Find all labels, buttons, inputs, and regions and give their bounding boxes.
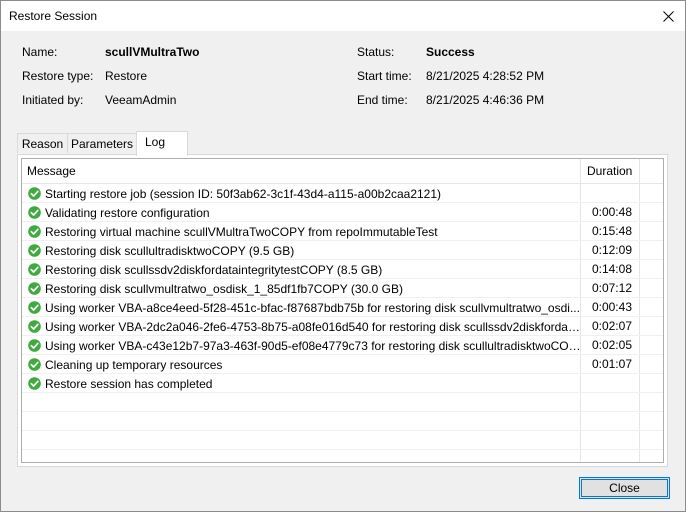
success-check-icon [28, 244, 41, 257]
status-label: Status: [357, 45, 395, 59]
log-row-message-cell: Using worker VBA-a8ce4eed-5f28-451c-bfac… [28, 298, 581, 317]
start-time-value: 8/21/2025 4:28:52 PM [426, 69, 545, 83]
log-row[interactable]: Validating restore configuration 0:00:48 [22, 203, 663, 222]
log-row-message-cell: Restoring disk scullultradisktwoCOPY (9.… [28, 241, 581, 260]
log-panel: Message Duration Starting restore job (s… [17, 154, 668, 467]
log-row-message: Cleaning up temporary resources [45, 357, 223, 372]
start-time-label: Start time: [357, 69, 412, 83]
log-row-message-cell: Restore session has completed [28, 374, 581, 393]
status-value: Success [426, 45, 475, 59]
close-button[interactable]: Close [579, 477, 670, 499]
success-check-icon [28, 282, 41, 295]
log-row-message: Restore session has completed [45, 376, 213, 391]
log-row-message: Using worker VBA-a8ce4eed-5f28-451c-bfac… [45, 300, 580, 315]
window-close-icon[interactable] [651, 1, 685, 31]
success-check-icon [28, 206, 41, 219]
log-row-message-cell: Using worker VBA-c43e12b7-97a3-463f-90d5… [28, 336, 581, 355]
log-row-message-cell: Restoring disk scullvmultratwo_osdisk_1_… [28, 279, 581, 298]
log-row-message-cell: Starting restore job (session ID: 50f3ab… [28, 184, 581, 203]
log-row[interactable]: Restore session has completed [22, 374, 663, 393]
log-row-message-cell: Cleaning up temporary resources [28, 355, 581, 374]
success-check-icon [28, 187, 41, 200]
success-check-icon [28, 263, 41, 276]
empty-log-row [22, 450, 663, 462]
tab-log[interactable]: Log [136, 131, 188, 156]
log-row[interactable]: Using worker VBA-a8ce4eed-5f28-451c-bfac… [22, 298, 663, 317]
log-grid-header: Message Duration [22, 159, 663, 184]
log-row-duration: 0:12:09 [591, 243, 632, 257]
log-row-duration: 0:00:48 [591, 205, 632, 219]
restore-session-dialog: Restore Session Name: scullVMultraTwo Re… [0, 0, 686, 512]
log-row-duration: 0:14:08 [591, 262, 632, 276]
tab-parameters[interactable]: Parameters [67, 133, 137, 153]
success-check-icon [28, 320, 41, 333]
column-header-duration[interactable]: Duration [582, 159, 642, 183]
initiated-by-value: VeeamAdmin [105, 93, 177, 107]
column-header-message[interactable]: Message [22, 159, 580, 183]
empty-log-row [22, 412, 663, 431]
end-time-value: 8/21/2025 4:46:36 PM [426, 93, 545, 107]
log-row-message: Restoring disk scullvmultratwo_osdisk_1_… [45, 281, 403, 296]
tab-reason-label: Reason [21, 137, 64, 151]
log-row-duration: 0:15:48 [591, 224, 632, 238]
log-row-message: Using worker VBA-c43e12b7-97a3-463f-90d5… [45, 338, 581, 353]
log-row-duration: 0:07:12 [591, 281, 632, 295]
log-row[interactable]: Restoring disk scullssdv2diskfordatainte… [22, 260, 663, 279]
initiated-by-label: Initiated by: [22, 93, 84, 107]
log-row-duration [582, 374, 636, 393]
name-label: Name: [22, 45, 58, 59]
log-row-duration [582, 184, 636, 203]
log-row[interactable]: Restoring virtual machine scullVMultraTw… [22, 222, 663, 241]
restore-type-value: Restore [105, 69, 148, 83]
log-row-message-cell: Validating restore configuration [28, 203, 581, 222]
log-row-duration: 0:00:43 [591, 300, 632, 314]
log-row-message: Starting restore job (session ID: 50f3ab… [45, 186, 442, 201]
log-row-message: Restoring virtual machine scullVMultraTw… [45, 224, 438, 239]
success-check-icon [28, 339, 41, 352]
restore-type-label: Restore type: [22, 69, 94, 83]
log-row-duration: 0:02:07 [591, 319, 632, 333]
success-check-icon [28, 225, 41, 238]
empty-log-row [22, 431, 663, 450]
name-value: scullVMultraTwo [105, 45, 200, 59]
window-title: Restore Session [9, 9, 98, 23]
log-row[interactable]: Restoring disk scullvmultratwo_osdisk_1_… [22, 279, 663, 298]
log-row[interactable]: Using worker VBA-c43e12b7-97a3-463f-90d5… [22, 336, 663, 355]
log-row[interactable]: Restoring disk scullultradisktwoCOPY (9.… [22, 241, 663, 260]
log-row-message: Validating restore configuration [45, 205, 210, 220]
log-row-message: Restoring disk scullssdv2diskfordatainte… [45, 262, 383, 277]
end-time-label: End time: [357, 93, 408, 107]
success-check-icon [28, 377, 41, 390]
log-row[interactable]: Using worker VBA-2dc2a046-2fe6-4753-8b75… [22, 317, 663, 336]
tab-parameters-label: Parameters [70, 137, 134, 151]
log-row-message-cell: Using worker VBA-2dc2a046-2fe6-4753-8b75… [28, 317, 581, 336]
title-bar: Restore Session [1, 1, 685, 31]
log-row-message-cell: Restoring disk scullssdv2diskfordatainte… [28, 260, 581, 279]
tab-reason[interactable]: Reason [17, 133, 68, 153]
empty-log-row [22, 393, 663, 412]
log-row-message: Restoring disk scullultradisktwoCOPY (9.… [45, 243, 295, 258]
log-row-duration: 0:01:07 [591, 357, 632, 371]
log-row-message-cell: Restoring virtual machine scullVMultraTw… [28, 222, 581, 241]
log-row-duration: 0:02:05 [591, 338, 632, 352]
log-row[interactable]: Starting restore job (session ID: 50f3ab… [22, 184, 663, 203]
log-grid[interactable]: Message Duration Starting restore job (s… [21, 158, 664, 463]
success-check-icon [28, 301, 41, 314]
log-row[interactable]: Cleaning up temporary resources 0:01:07 [22, 355, 663, 374]
success-check-icon [28, 358, 41, 371]
log-row-message: Using worker VBA-2dc2a046-2fe6-4753-8b75… [45, 319, 581, 334]
tab-log-label: Log [145, 135, 166, 149]
